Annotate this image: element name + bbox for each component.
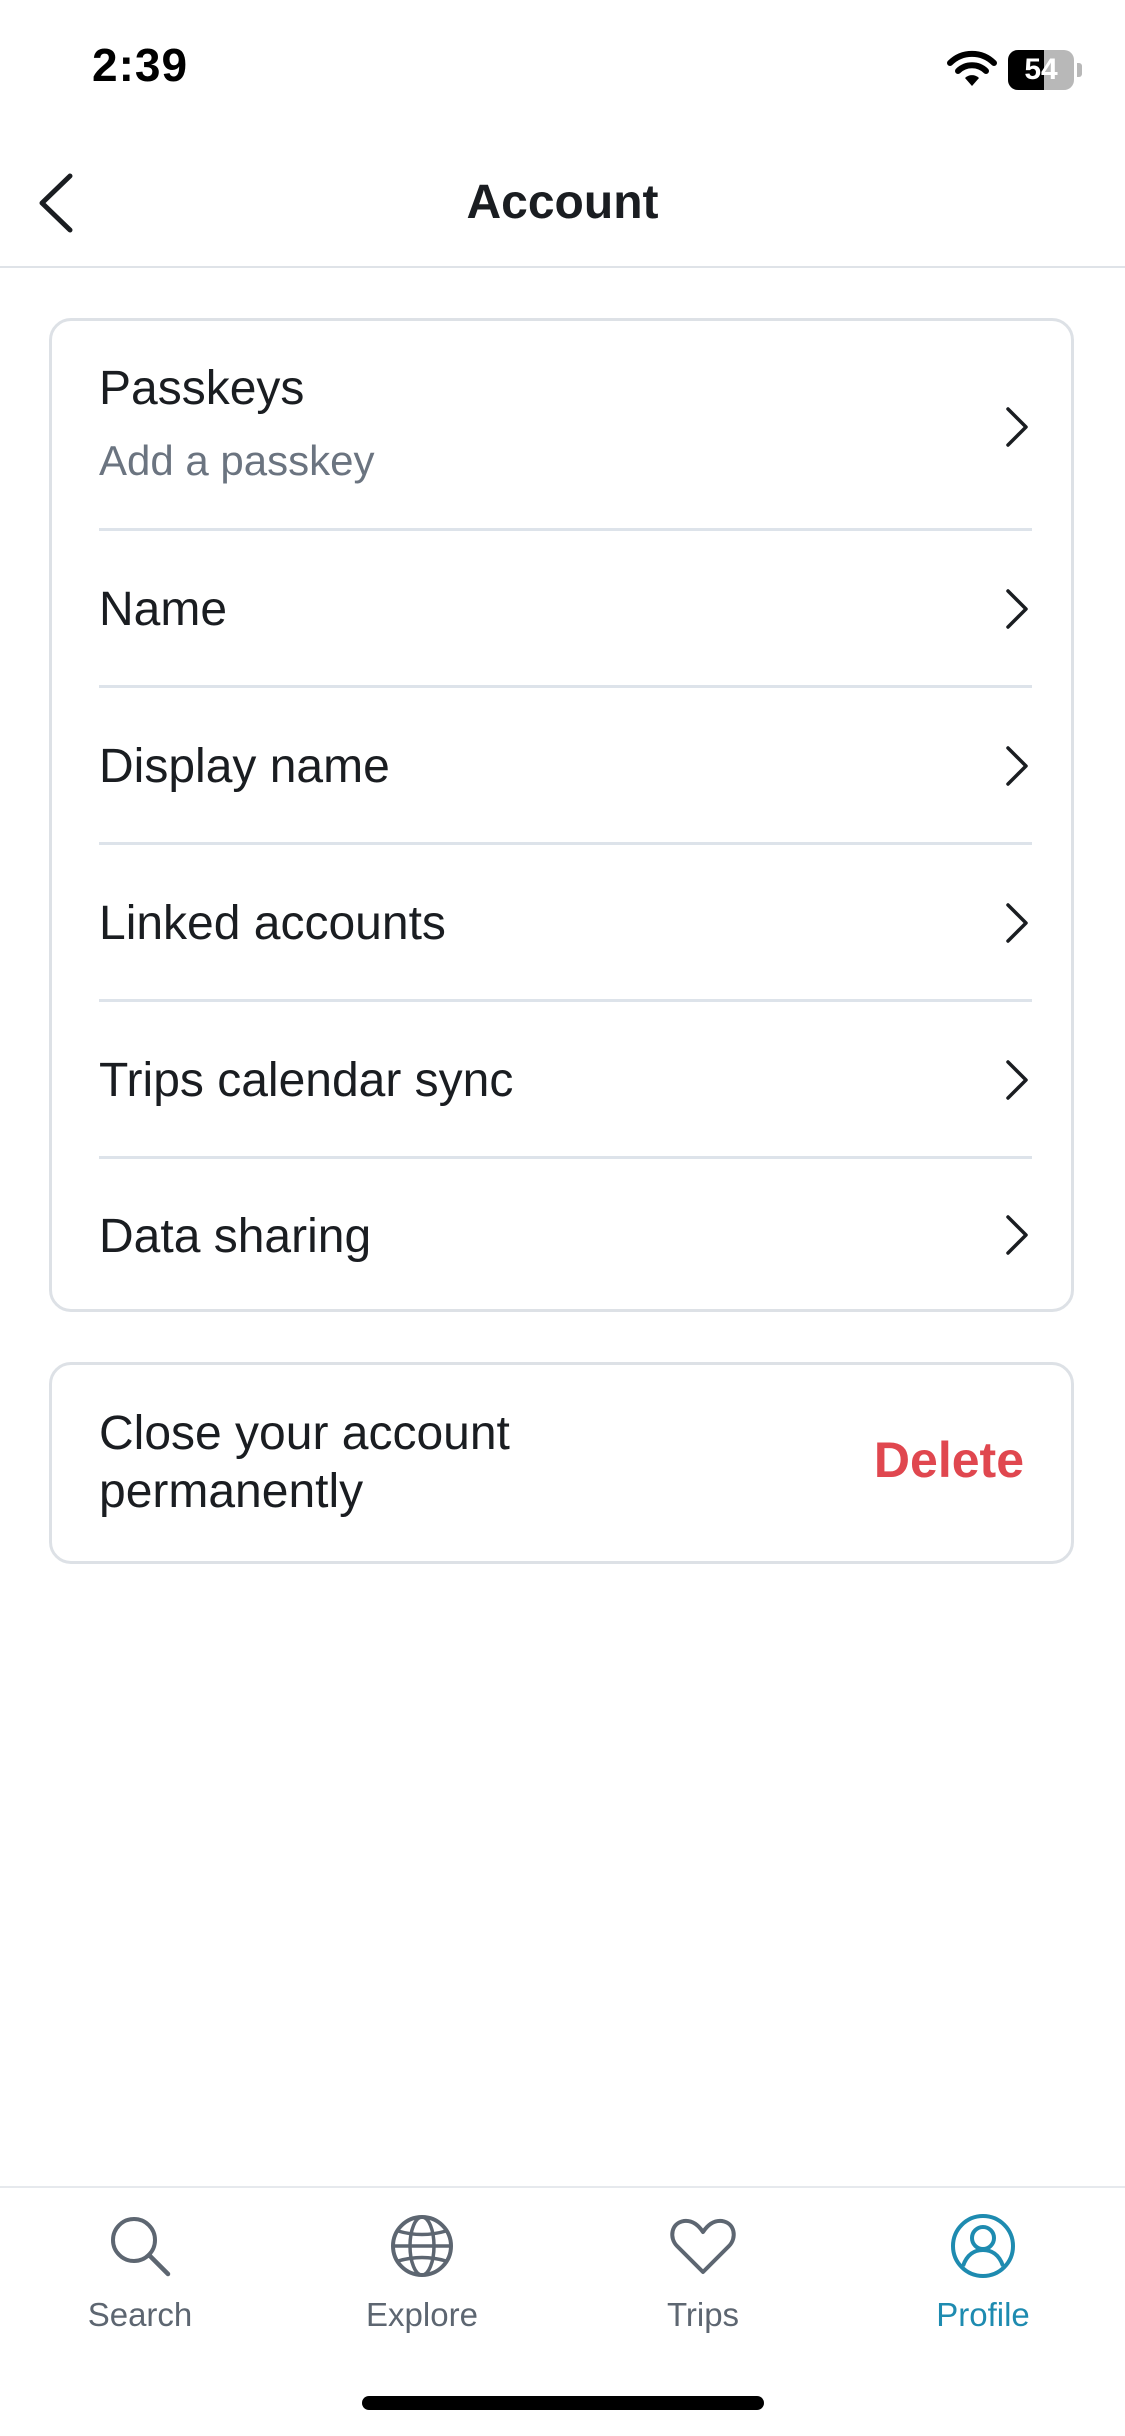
tab-search[interactable]: Search: [40, 2210, 240, 2360]
tab-profile[interactable]: Profile: [883, 2210, 1083, 2360]
settings-row-data-sharing[interactable]: Data sharing: [99, 1159, 1032, 1309]
chevron-right-icon: [1006, 589, 1028, 629]
heart-icon: [670, 2218, 736, 2274]
settings-row-trips-calendar-sync[interactable]: Trips calendar sync: [99, 1002, 1032, 1159]
tab-explore[interactable]: Explore: [322, 2210, 522, 2360]
settings-row-linked-accounts[interactable]: Linked accounts: [99, 845, 1032, 1002]
back-button[interactable]: [26, 168, 96, 238]
account-settings-card: Passkeys Add a passkey Name Display name…: [49, 318, 1074, 1312]
account-screen: 2:39 54 Account Passkeys Add a passkey N…: [0, 0, 1125, 2436]
close-account-card: Close your account permanently Delete: [49, 1362, 1074, 1564]
row-subtitle: Add a passkey: [99, 437, 375, 484]
close-account-text: Close your account permanently: [99, 1407, 510, 1518]
nav-header: Account: [0, 140, 1125, 268]
settings-row-display-name[interactable]: Display name: [99, 688, 1032, 845]
settings-row-passkeys[interactable]: Passkeys Add a passkey: [99, 321, 1032, 531]
chevron-right-icon: [1006, 1215, 1028, 1255]
page-title: Account: [466, 176, 659, 229]
chevron-right-icon: [1006, 746, 1028, 786]
wifi-icon: [947, 50, 997, 86]
tab-label: Search: [87, 2296, 193, 2333]
battery-level: 54: [1024, 53, 1058, 86]
status-time: 2:39: [92, 39, 189, 91]
row-title: Passkeys: [99, 362, 305, 415]
chevron-right-icon: [1006, 1060, 1028, 1100]
row-title: Display name: [99, 740, 390, 793]
row-title: Data sharing: [99, 1210, 372, 1263]
tab-label: Trips: [666, 2296, 740, 2333]
battery-icon: 54: [1008, 50, 1084, 90]
search-icon: [111, 2217, 171, 2277]
tab-trips[interactable]: Trips: [603, 2210, 803, 2360]
tab-label: Explore: [366, 2296, 478, 2333]
status-bar: 2:39 54: [0, 0, 1125, 140]
delete-account-button[interactable]: Delete: [874, 1431, 1024, 1489]
settings-row-name[interactable]: Name: [99, 531, 1032, 688]
row-title: Name: [99, 583, 228, 636]
chevron-left-icon: [39, 173, 73, 233]
row-title: Trips calendar sync: [99, 1054, 514, 1107]
chevron-right-icon: [1006, 407, 1028, 447]
globe-icon: [391, 2215, 453, 2277]
tab-label: Profile: [936, 2296, 1030, 2333]
chevron-right-icon: [1006, 903, 1028, 943]
profile-icon: [951, 2214, 1015, 2278]
row-title: Linked accounts: [99, 897, 446, 950]
home-indicator: [362, 2396, 764, 2410]
